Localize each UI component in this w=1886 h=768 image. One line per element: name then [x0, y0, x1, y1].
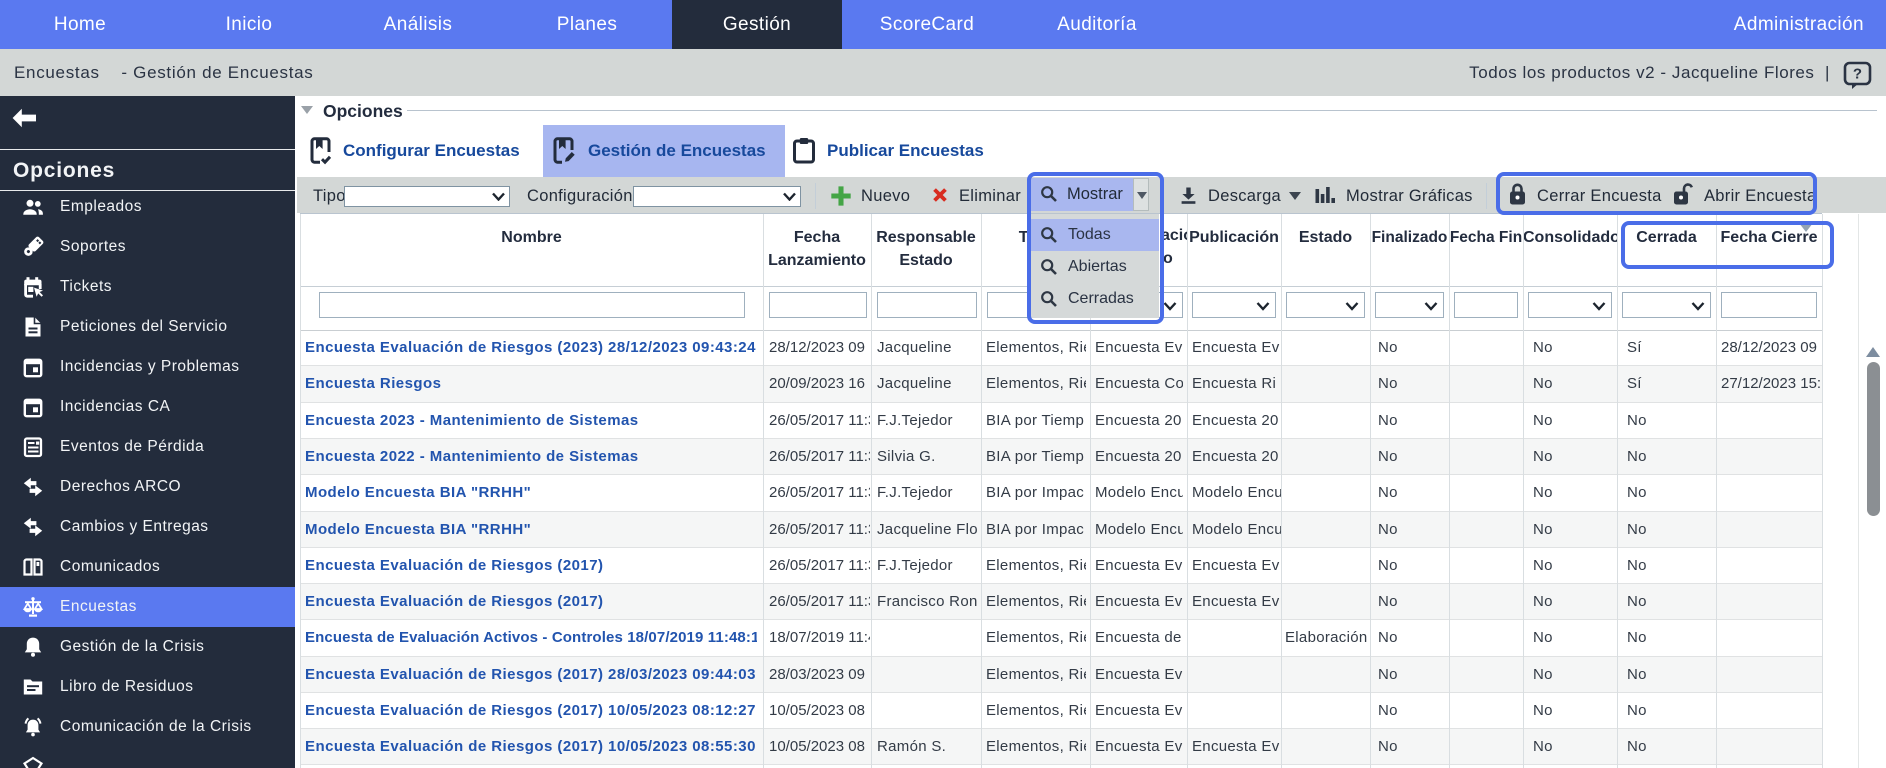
svg-text:?: ?	[1853, 66, 1862, 83]
